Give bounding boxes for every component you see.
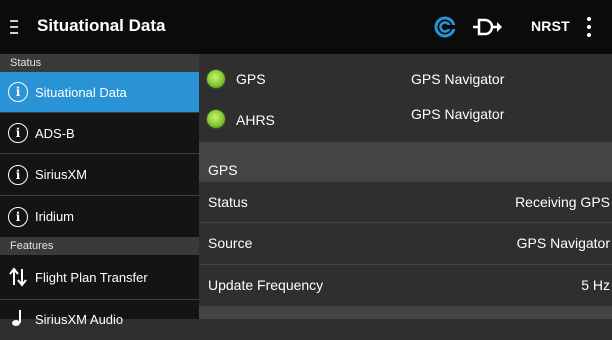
kv-key: Update Frequency	[208, 277, 324, 293]
sidebar: Status i Situational Data i ADS-B i Siri…	[0, 54, 199, 327]
sidebar-item-iridium[interactable]: i Iridium	[0, 196, 199, 237]
nrst-button[interactable]: NRST	[531, 18, 570, 34]
sidebar-item-ads-b[interactable]: i ADS-B	[0, 112, 199, 154]
sidebar-item-label: SiriusXM	[35, 167, 88, 182]
device-source: GPS Navigator	[411, 106, 505, 122]
device-source: GPS Navigator	[411, 71, 505, 87]
kv-key: Status	[208, 194, 248, 210]
group-title: GPS	[208, 162, 238, 178]
next-group-header	[199, 306, 612, 319]
kv-row-status: Status Receiving GPS	[199, 182, 612, 222]
info-icon: i	[8, 206, 28, 227]
kv-value: 5 Hz	[581, 277, 610, 293]
kv-row-source: Source GPS Navigator	[199, 222, 612, 262]
device-row-gps: GPS GPS Navigator	[199, 58, 612, 98]
status-led-icon	[207, 70, 225, 88]
transfer-arrows-icon	[8, 267, 28, 287]
sidebar-item-situational-data[interactable]: i Situational Data	[0, 72, 199, 112]
sidebar-item-label: Flight Plan Transfer	[35, 269, 148, 285]
situational-data-panel: GPS GPS Navigator AHRS GPS Navigator GPS…	[199, 54, 612, 319]
sidebar-item-flight-plan-transfer[interactable]: Flight Plan Transfer	[0, 255, 199, 300]
sidebar-item-label: SiriusXM Audio	[35, 312, 124, 327]
music-note-icon	[9, 308, 25, 328]
page-title: Situational Data	[37, 16, 166, 35]
sidebar-item-label: Situational Data	[35, 84, 127, 100]
device-row-ahrs: AHRS GPS Navigator	[199, 98, 612, 138]
info-icon: i	[8, 82, 28, 102]
kv-key: Source	[208, 235, 253, 251]
kv-row-update-frequency: Update Frequency 5 Hz	[199, 264, 612, 304]
connectivity-icon[interactable]	[432, 14, 458, 40]
device-name: AHRS	[236, 112, 275, 128]
sidebar-item-siriusxm-audio[interactable]: SiriusXM Audio	[0, 300, 199, 340]
info-icon: i	[8, 123, 28, 143]
section-header-status: Status	[0, 54, 199, 72]
group-header-gps: GPS	[199, 142, 612, 182]
kv-value: Receiving GPS	[515, 194, 610, 210]
app-toolbar: Situational Data NRST	[0, 0, 612, 54]
info-icon: i	[8, 164, 28, 185]
menu-icon[interactable]	[10, 20, 18, 34]
more-vert-icon[interactable]	[586, 17, 592, 37]
section-header-features: Features	[0, 237, 199, 255]
flight-plan-transfer-icon[interactable]	[471, 14, 503, 40]
sidebar-item-label: ADS-B	[35, 125, 75, 141]
kv-value: GPS Navigator	[516, 235, 610, 251]
status-led-icon	[207, 110, 225, 128]
sidebar-item-siriusxm[interactable]: i SiriusXM	[0, 154, 199, 196]
device-name: GPS	[236, 71, 266, 87]
sidebar-item-label: Iridium	[35, 209, 75, 224]
